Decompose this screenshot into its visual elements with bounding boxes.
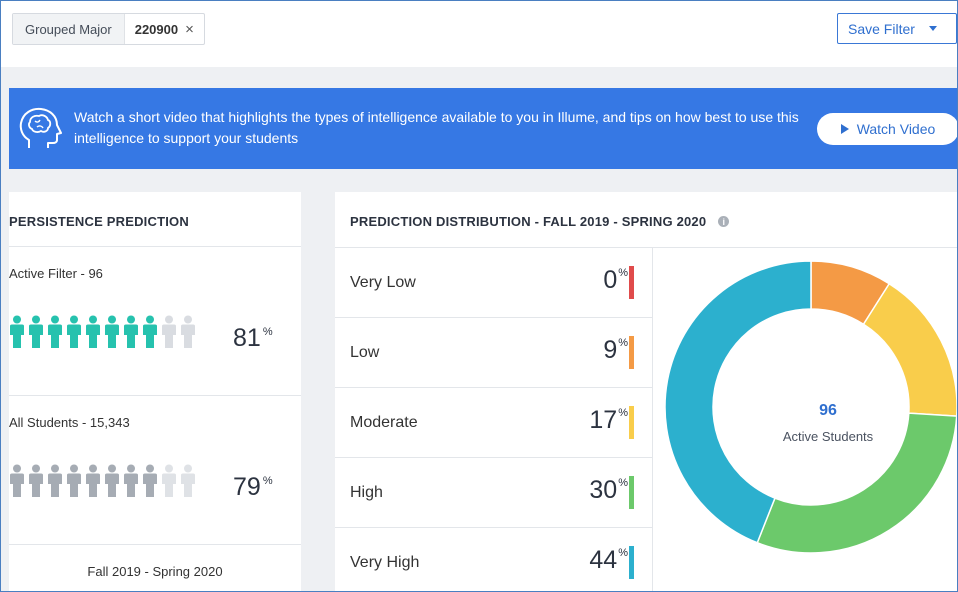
head-brain-icon	[19, 107, 62, 148]
tier-percent-value: 0	[603, 266, 618, 294]
active-percent-value: 81	[233, 324, 261, 352]
person-icon	[85, 315, 101, 349]
app-frame: Grouped Major 220900 × Save Filter Watch…	[0, 0, 958, 592]
all-people-icons	[9, 464, 196, 498]
divider	[9, 395, 301, 396]
filter-bar: Grouped Major 220900 × Save Filter	[1, 1, 957, 67]
tier-label: Low	[350, 344, 380, 361]
person-icon	[9, 464, 25, 498]
distribution-title: PREDICTION DISTRIBUTION - FALL 2019 - SP…	[350, 214, 707, 229]
tier-label: Moderate	[350, 414, 418, 431]
tier-percent-value: 17	[589, 406, 618, 434]
percent-symbol: %	[618, 337, 628, 349]
person-icon	[47, 464, 63, 498]
persistence-title: PERSISTENCE PREDICTION	[9, 214, 189, 229]
tier-percent: 9%	[603, 336, 628, 365]
tier-color-bar	[629, 406, 634, 439]
percent-symbol: %	[618, 477, 628, 489]
chevron-down-icon	[928, 26, 937, 31]
person-icon	[66, 315, 82, 349]
percent-symbol: %	[262, 326, 273, 338]
divider	[9, 246, 301, 247]
distribution-card: PREDICTION DISTRIBUTION - FALL 2019 - SP…	[335, 192, 957, 591]
filter-chip[interactable]: Grouped Major 220900 ×	[12, 13, 205, 45]
all-percent-value: 79	[233, 473, 261, 501]
tier-color-bar	[629, 546, 634, 579]
person-icon	[180, 315, 196, 349]
person-icon	[142, 464, 158, 498]
active-people-icons	[9, 315, 196, 349]
person-icon	[123, 464, 139, 498]
active-filter-label: Active Filter - 96	[9, 266, 103, 281]
filter-chip-value: 220900	[134, 21, 179, 37]
video-banner: Watch a short video that highlights the …	[9, 88, 957, 169]
donut-slice-moderate[interactable]	[862, 282, 957, 417]
person-icon	[66, 464, 82, 498]
person-icon	[104, 315, 120, 349]
tier-percent: 30%	[589, 476, 628, 505]
tier-color-bar	[629, 476, 634, 509]
tier-label: High	[350, 484, 383, 501]
tier-percent-value: 44	[589, 546, 618, 574]
person-icon	[85, 464, 101, 498]
divider	[9, 544, 301, 545]
tier-percent: 44%	[589, 546, 628, 575]
person-icon	[104, 464, 120, 498]
save-filter-button[interactable]: Save Filter	[837, 13, 957, 44]
tier-row: Very High 44%	[335, 527, 652, 591]
person-icon	[180, 464, 196, 498]
person-icon	[28, 315, 44, 349]
save-filter-label: Save Filter	[848, 20, 915, 37]
person-icon	[161, 315, 177, 349]
donut-count: 96	[819, 402, 837, 419]
tier-label: Very High	[350, 554, 420, 571]
person-icon	[47, 315, 63, 349]
tier-row: Low 9%	[335, 317, 652, 387]
divider	[335, 387, 652, 388]
percent-symbol: %	[618, 267, 628, 279]
donut-caption: Active Students	[782, 429, 874, 444]
person-icon	[161, 464, 177, 498]
person-icon	[142, 315, 158, 349]
all-students-label: All Students - 15,343	[9, 415, 130, 430]
tier-percent: 0%	[603, 266, 628, 295]
tier-row: Very Low 0%	[335, 247, 652, 317]
person-icon	[9, 315, 25, 349]
banner-text: Watch a short video that highlights the …	[74, 109, 799, 146]
watch-video-label: Watch Video	[856, 121, 936, 137]
tier-row: High 30%	[335, 457, 652, 527]
tier-percent-value: 9	[603, 336, 618, 364]
tier-color-bar	[629, 336, 634, 369]
tier-percent-value: 30	[589, 476, 618, 504]
percent-symbol: %	[262, 475, 273, 487]
divider	[335, 317, 652, 318]
watch-video-button[interactable]: Watch Video	[817, 113, 957, 145]
filter-chip-value-wrap: 220900 ×	[125, 14, 204, 44]
term-label: Fall 2019 - Spring 2020	[87, 564, 223, 579]
remove-filter-icon[interactable]: ×	[185, 21, 194, 38]
tier-label: Very Low	[350, 274, 416, 291]
filter-chip-key: Grouped Major	[13, 14, 125, 44]
info-icon[interactable]: i	[718, 216, 730, 227]
active-percent: 81%	[233, 324, 273, 353]
distribution-title-wrap: PREDICTION DISTRIBUTION - FALL 2019 - SP…	[350, 214, 730, 229]
person-icon	[123, 315, 139, 349]
tier-color-bar	[629, 266, 634, 299]
percent-symbol: %	[618, 547, 628, 559]
tier-percent: 17%	[589, 406, 628, 435]
person-icon	[28, 464, 44, 498]
persistence-card: PERSISTENCE PREDICTION Active Filter - 9…	[9, 192, 301, 591]
divider	[335, 457, 652, 458]
divider	[335, 527, 652, 528]
tier-row: Moderate 17%	[335, 387, 652, 457]
percent-symbol: %	[618, 407, 628, 419]
play-icon	[840, 124, 849, 134]
all-percent: 79%	[233, 473, 273, 502]
